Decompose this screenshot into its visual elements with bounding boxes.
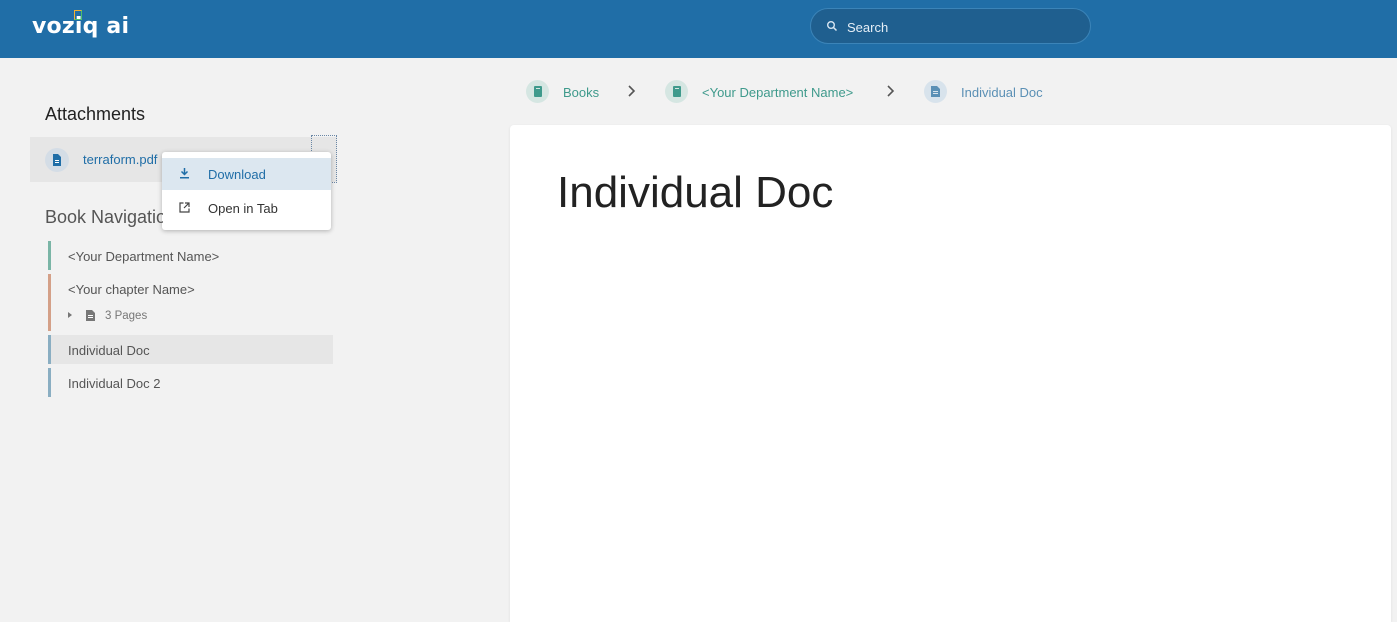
nav-item-accent (48, 335, 51, 364)
document-card: Individual Doc (510, 125, 1391, 622)
caret-right-icon (68, 312, 72, 318)
book-navigation-heading: Book Navigation (45, 207, 163, 227)
attachments-heading: Attachments (45, 104, 146, 124)
page-title: Individual Doc (557, 168, 834, 217)
breadcrumb-label: Books (563, 85, 600, 100)
menu-item-label: Open in Tab (208, 201, 278, 216)
chevron-right-icon (628, 85, 636, 97)
nav-item-individual-doc[interactable]: Individual Doc (48, 335, 333, 364)
menu-item-label: Download (208, 167, 266, 182)
menu-item-open-in-tab[interactable]: Open in Tab (162, 192, 331, 224)
search-input[interactable] (847, 17, 1067, 37)
attachment-context-menu: Download Open in Tab (162, 152, 331, 230)
top-header: voziq ai (0, 0, 1397, 58)
logo[interactable]: voziq ai (32, 10, 129, 39)
file-icon (45, 148, 69, 172)
nav-item-label: <Your Department Name> (68, 249, 220, 264)
nav-item-label: <Your chapter Name> (68, 282, 195, 297)
nav-item-label: Individual Doc 2 (68, 376, 161, 391)
nav-item-label: Individual Doc (68, 343, 150, 358)
menu-item-download[interactable]: Download (162, 158, 331, 190)
logo-mark-icon (74, 10, 82, 20)
page-icon (924, 80, 947, 103)
nav-item-chapter[interactable]: <Your chapter Name> 3 Pages (48, 274, 333, 331)
bookshelf-icon (665, 80, 688, 103)
external-link-icon (179, 202, 190, 213)
breadcrumb-label: <Your Department Name> (702, 85, 854, 100)
chevron-right-icon (887, 85, 895, 97)
nav-item-individual-doc-2[interactable]: Individual Doc 2 (48, 368, 333, 397)
book-icon (526, 80, 549, 103)
nav-item-accent (48, 274, 51, 331)
nav-item-accent (48, 368, 51, 397)
breadcrumb-label: Individual Doc (961, 85, 1043, 100)
search-icon (827, 21, 838, 32)
nav-item-department[interactable]: <Your Department Name> (48, 241, 333, 270)
page-icon (86, 310, 95, 321)
pages-count: 3 Pages (105, 310, 148, 322)
attachment-name[interactable]: terraform.pdf (83, 152, 157, 167)
nav-item-accent (48, 241, 51, 270)
download-icon (180, 168, 189, 179)
search-box[interactable] (810, 8, 1091, 44)
